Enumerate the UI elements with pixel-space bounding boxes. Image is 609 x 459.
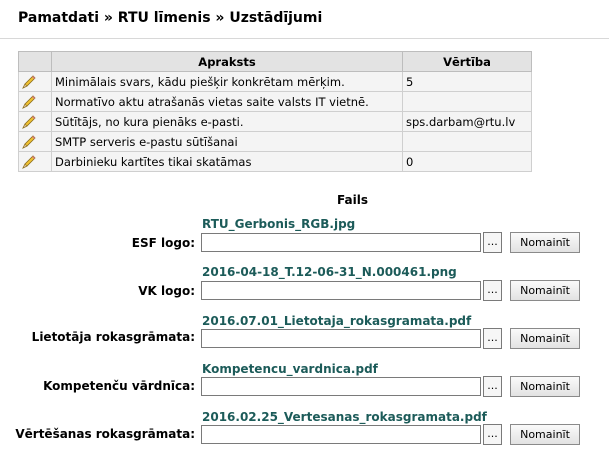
- setting-description: Normatīvo aktu atrašanās vietas saite va…: [51, 91, 403, 112]
- browse-button[interactable]: ...: [483, 280, 502, 301]
- replace-button[interactable]: Nomainīt: [510, 328, 580, 349]
- table-header-row: Apraksts Vērtība: [18, 51, 532, 72]
- file-path-input[interactable]: [201, 425, 481, 444]
- files-section-title: Fails: [337, 193, 368, 207]
- replace-button[interactable]: Nomainīt: [510, 376, 580, 397]
- pencil-icon[interactable]: [21, 94, 37, 110]
- pencil-icon[interactable]: [21, 154, 37, 170]
- file-label-esf-logo: ESF logo:: [131, 236, 195, 250]
- edit-column-header: [18, 51, 52, 72]
- table-row: Minimālais svars, kādu piešķir konkrētam…: [18, 71, 532, 92]
- setting-value: [402, 131, 532, 152]
- setting-description: Sūtītājs, no kura pienāks e-pasti.: [51, 111, 403, 132]
- file-link-competence-dictionary[interactable]: Kompetencu_vardnica.pdf: [202, 362, 378, 376]
- table-row: Darbinieku kartītes tikai skatāmas 0: [18, 151, 532, 172]
- setting-value: 0: [402, 151, 532, 172]
- description-column-header: Apraksts: [51, 51, 403, 72]
- file-link-evaluation-manual[interactable]: 2016.02.25_Vertesanas_rokasgramata.pdf: [202, 410, 487, 424]
- pencil-icon[interactable]: [21, 114, 37, 130]
- replace-button[interactable]: Nomainīt: [510, 280, 580, 301]
- replace-button[interactable]: Nomainīt: [510, 232, 580, 253]
- file-label-vk-logo: VK logo:: [138, 284, 195, 298]
- browse-button[interactable]: ...: [483, 376, 502, 397]
- file-path-input[interactable]: [201, 281, 481, 300]
- setting-description: Darbinieku kartītes tikai skatāmas: [51, 151, 403, 172]
- pencil-icon[interactable]: [21, 134, 37, 150]
- setting-value: [402, 91, 532, 112]
- setting-value: sps.darbam@rtu.lv: [402, 111, 532, 132]
- browse-button[interactable]: ...: [483, 232, 502, 253]
- file-link-user-manual[interactable]: 2016.07.01_Lietotaja_rokasgramata.pdf: [202, 314, 471, 328]
- replace-button[interactable]: Nomainīt: [510, 424, 580, 445]
- table-row: Sūtītājs, no kura pienāks e-pasti. sps.d…: [18, 111, 532, 132]
- file-label-evaluation-manual: Vērtēšanas rokasgrāmata:: [15, 427, 195, 441]
- file-path-input[interactable]: [201, 329, 481, 348]
- file-label-user-manual: Lietotāja rokasgrāmata:: [31, 330, 195, 344]
- table-row: Normatīvo aktu atrašanās vietas saite va…: [18, 91, 532, 112]
- header-divider: [0, 38, 609, 39]
- browse-button[interactable]: ...: [483, 424, 502, 445]
- setting-description: SMTP serveris e-pastu sūtīšanai: [51, 131, 403, 152]
- file-path-input[interactable]: [201, 377, 481, 396]
- file-link-vk-logo[interactable]: 2016-04-18_T.12-06-31_N.000461.png: [202, 265, 457, 279]
- file-path-input[interactable]: [201, 233, 481, 252]
- file-link-esf-logo[interactable]: RTU_Gerbonis_RGB.jpg: [202, 217, 355, 231]
- pencil-icon[interactable]: [21, 74, 37, 90]
- value-column-header: Vērtība: [402, 51, 532, 72]
- breadcrumb: Pamatdati » RTU līmenis » Uzstādījumi: [18, 10, 323, 26]
- settings-table: Apraksts Vērtība Minimālais svars, kādu …: [18, 51, 532, 172]
- browse-button[interactable]: ...: [483, 328, 502, 349]
- table-row: SMTP serveris e-pastu sūtīšanai: [18, 131, 532, 152]
- setting-description: Minimālais svars, kādu piešķir konkrētam…: [51, 71, 403, 92]
- setting-value: 5: [402, 71, 532, 92]
- file-label-competence-dictionary: Kompetenču vārdnīca:: [43, 379, 195, 393]
